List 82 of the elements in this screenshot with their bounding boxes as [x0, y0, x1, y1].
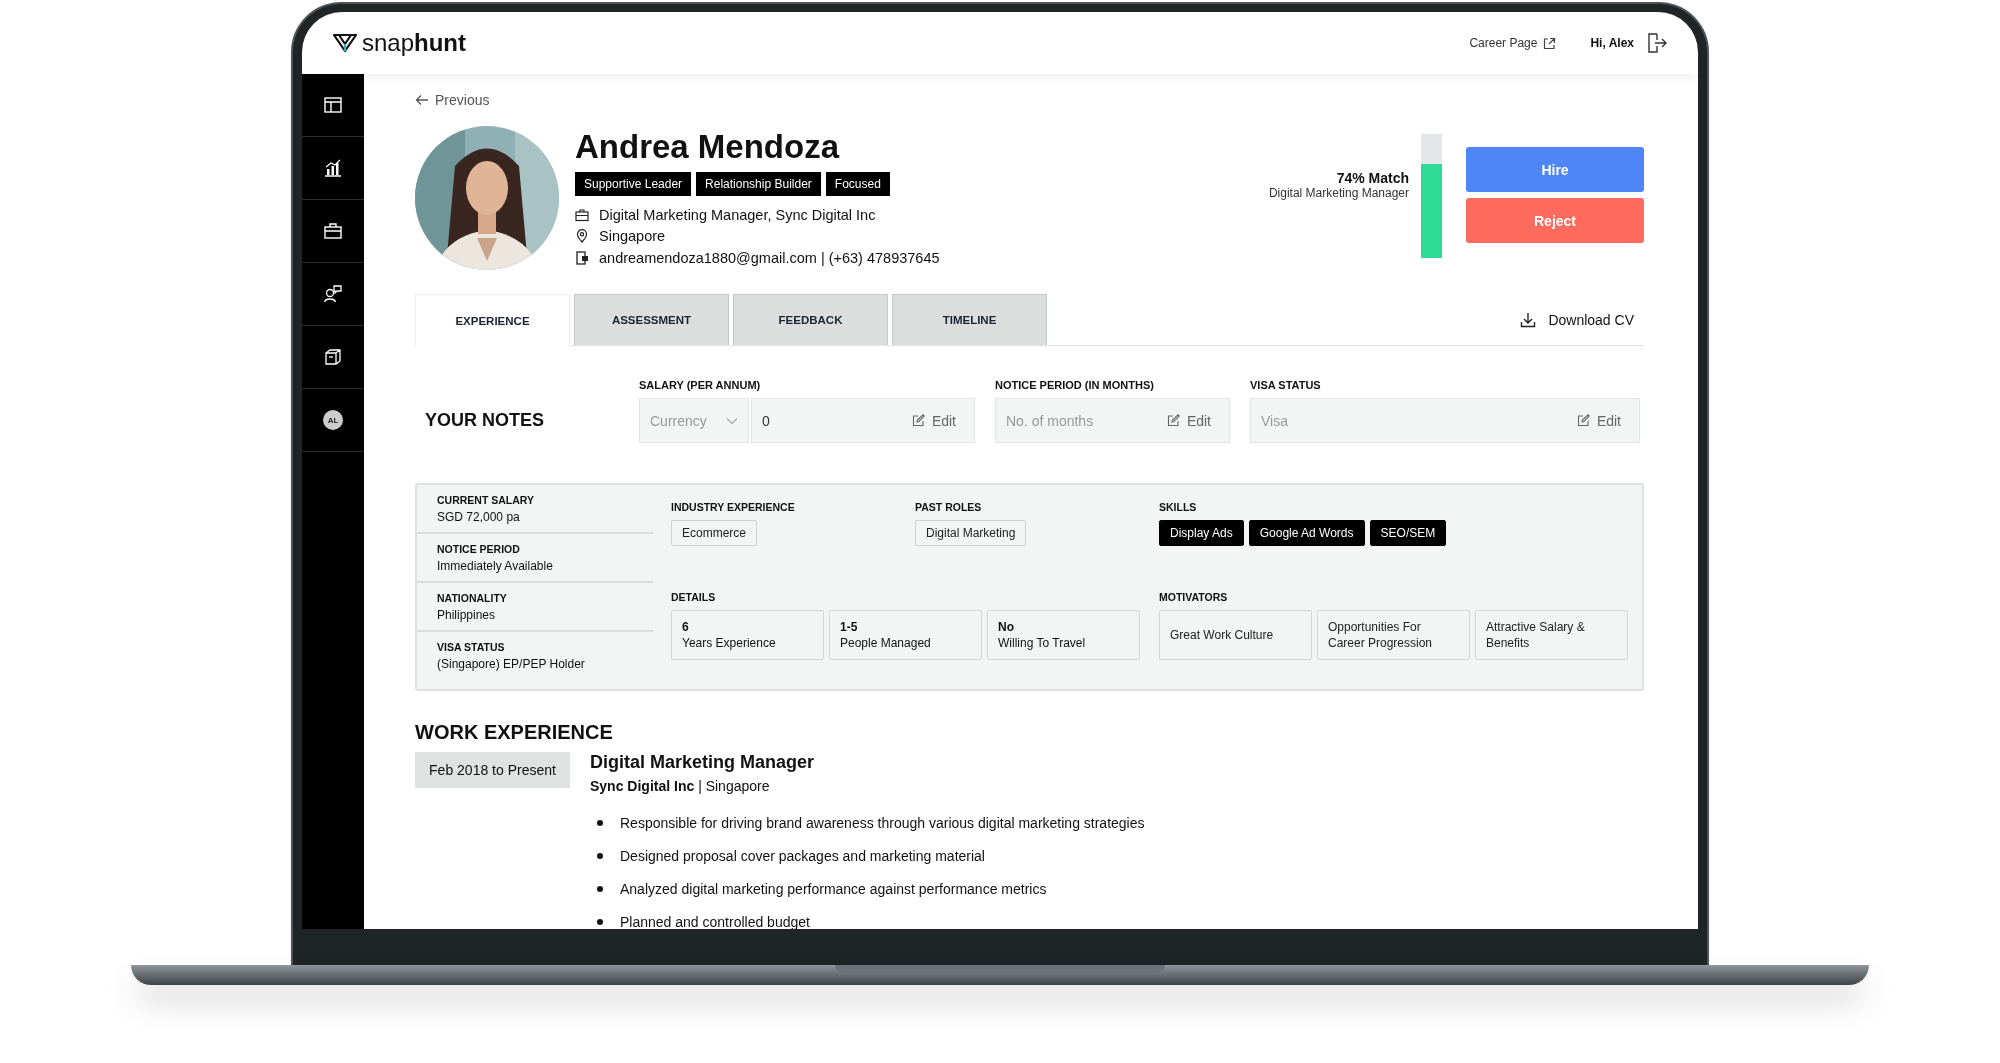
job-title: Digital Marketing Manager: [590, 752, 816, 773]
chevron-down-icon: [726, 416, 738, 425]
field-label: VISA STATUS: [1250, 379, 1322, 391]
logout-icon[interactable]: [1646, 32, 1668, 54]
bullet-icon: [597, 918, 603, 925]
salary-field[interactable]: 0 Edit: [751, 398, 975, 443]
tab[interactable]: FEEDBACK: [733, 294, 888, 345]
bullet-text: Designed proposal cover packages and marketing material: [620, 847, 985, 864]
edit-icon: [1576, 414, 1590, 427]
section-title: WORK EXPERIENCE: [415, 721, 614, 744]
tag: Digital Marketing: [915, 520, 1027, 546]
trait-tag: Supportive Leader: [575, 172, 692, 196]
location-pin-icon: [575, 229, 589, 244]
tag: SEO/SEM: [1369, 520, 1447, 546]
logo-icon: [332, 32, 358, 54]
group-label: SKILLS: [1159, 501, 1198, 513]
logo-text: snaphunt: [362, 29, 467, 57]
contact-icon: [575, 250, 589, 265]
user-avatar[interactable]: AL: [323, 410, 343, 430]
field-label: NOTICE PERIOD (IN MONTHS): [995, 379, 1155, 391]
bullet-text: Analyzed digital marketing performance against performance metrics: [620, 880, 1047, 897]
bullet-text: Planned and controlled budget: [620, 913, 810, 929]
tab[interactable]: TIMELINE: [892, 294, 1047, 345]
contact-details: andreamendoza1880@gmail.com | (+63) 478937645: [599, 249, 940, 266]
motivator-card: Opportunities For Career Progression: [1317, 610, 1470, 660]
input-field[interactable]: Visa Edit: [1250, 398, 1640, 443]
external-link-icon: [1543, 36, 1557, 50]
candidate-name: Andrea Mendoza: [575, 128, 841, 166]
briefcase-icon[interactable]: [323, 221, 343, 241]
detail-card: No Willing To Travel: [987, 610, 1140, 660]
fact-label: CURRENT SALARY: [437, 494, 536, 506]
download-icon: [1520, 311, 1537, 328]
tag: Google Ad Words: [1248, 520, 1365, 546]
current-role: Digital Marketing Manager, Sync Digital Inc: [599, 206, 876, 223]
tab[interactable]: ASSESSMENT: [574, 294, 729, 345]
edit-button[interactable]: Edit: [1166, 412, 1211, 429]
bullet-text: Responsible for driving brand awareness through various digital marketing strategies: [620, 814, 1145, 831]
group-label: DETAILS: [671, 591, 717, 603]
group-label: INDUSTRY EXPERIENCE: [671, 501, 796, 513]
fact-value: Philippines: [437, 608, 497, 622]
edit-button[interactable]: Edit: [1576, 412, 1621, 429]
tag: Display Ads: [1159, 520, 1244, 546]
company-location: Sync Digital Inc | Singapore: [590, 778, 771, 794]
field-label: SALARY (PER ANNUM): [639, 379, 762, 391]
bullet-icon: [597, 885, 603, 892]
edit-icon: [1166, 414, 1180, 427]
period-label: Feb 2018 to Present: [415, 752, 570, 788]
trait-tag: Focused: [825, 172, 890, 196]
motivator-card: Attractive Salary & Benefits: [1475, 610, 1628, 660]
tag: Ecommerce: [671, 520, 757, 546]
person-chat-icon[interactable]: [323, 284, 343, 304]
location: Singapore: [599, 228, 666, 245]
bullet-icon: [597, 852, 603, 859]
input-field[interactable]: No. of months Edit: [995, 398, 1230, 443]
fact-label: NATIONALITY: [437, 592, 508, 604]
career-page-link[interactable]: Career Page: [1469, 36, 1557, 50]
match-score: 74% Match: [1336, 170, 1409, 186]
detail-card: 6 Years Experience: [671, 610, 824, 660]
table-icon[interactable]: [323, 95, 343, 115]
bar-chart-icon[interactable]: [323, 158, 343, 178]
fact-label: NOTICE PERIOD: [437, 543, 521, 555]
fact-value: (Singapore) EP/PEP Holder: [437, 657, 586, 671]
download-cv-link[interactable]: Download CV: [1520, 311, 1634, 328]
briefcase-icon: [575, 207, 589, 222]
fact-value: SGD 72,000 pa: [437, 510, 521, 524]
motivator-card: Great Work Culture: [1159, 610, 1312, 660]
tab[interactable]: EXPERIENCE: [415, 294, 570, 346]
edit-icon: [911, 414, 925, 427]
arrow-left-icon: [415, 94, 429, 106]
edit-button[interactable]: Edit: [911, 412, 956, 429]
greeting: Hi, Alex: [1590, 36, 1634, 50]
section-title: YOUR NOTES: [425, 409, 545, 432]
fact-value: Immediately Available: [437, 559, 554, 573]
group-label: MOTIVATORS: [1159, 591, 1229, 603]
detail-card: 1-5 People Managed: [829, 610, 982, 660]
group-label: PAST ROLES: [915, 501, 983, 513]
previous-link[interactable]: Previous: [415, 92, 490, 108]
fact-label: VISA STATUS: [437, 641, 506, 653]
match-job: Digital Marketing Manager: [1268, 186, 1409, 200]
box-icon[interactable]: [323, 347, 343, 367]
trait-tag: Relationship Builder: [696, 172, 821, 196]
bullet-icon: [597, 819, 603, 826]
